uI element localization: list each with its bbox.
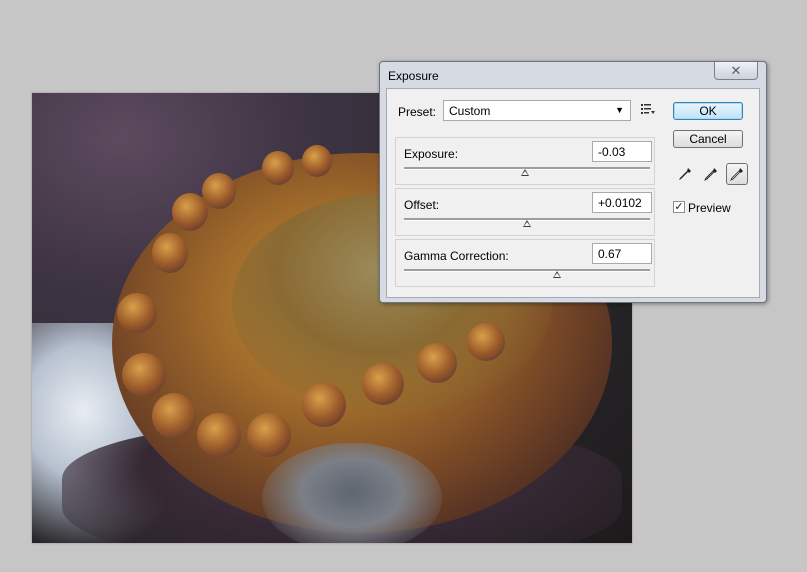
offset-input[interactable]: +0.0102 xyxy=(592,192,652,213)
close-button[interactable]: ✕ xyxy=(714,62,758,80)
gamma-label: Gamma Correction: xyxy=(404,249,509,263)
close-icon: ✕ xyxy=(730,62,742,78)
exposure-label: Exposure: xyxy=(404,147,459,161)
cancel-button[interactable]: Cancel xyxy=(673,130,743,148)
preview-label: Preview xyxy=(688,201,731,215)
gray-point-eyedropper-icon[interactable] xyxy=(700,163,722,185)
exposure-input[interactable]: -0.03 xyxy=(592,141,652,162)
exposure-slider-thumb[interactable] xyxy=(520,169,529,176)
preset-value: Custom xyxy=(449,104,491,118)
preset-dropdown[interactable]: Custom ▼ xyxy=(443,100,631,121)
black-point-eyedropper-icon[interactable] xyxy=(674,163,696,185)
gamma-slider-thumb[interactable] xyxy=(552,271,561,278)
gamma-input[interactable]: 0.67 xyxy=(592,243,652,264)
offset-slider-thumb[interactable] xyxy=(523,220,531,227)
preset-options-menu-icon[interactable] xyxy=(641,103,655,115)
gamma-group: Gamma Correction: 0.67 xyxy=(395,239,655,287)
white-point-eyedropper-icon[interactable] xyxy=(726,163,748,185)
gamma-slider-track[interactable] xyxy=(404,269,650,272)
offset-label: Offset: xyxy=(404,198,440,212)
dialog-content: Preset: Custom ▼ Exposure: -0.03 Offset:… xyxy=(386,88,760,298)
offset-group: Offset: +0.0102 xyxy=(395,188,655,236)
exposure-group: Exposure: -0.03 xyxy=(395,137,655,185)
ok-button[interactable]: OK xyxy=(673,102,743,120)
chevron-down-icon: ▼ xyxy=(615,105,624,115)
dialog-title: Exposure xyxy=(388,69,439,83)
preview-checkbox[interactable]: ✓ xyxy=(673,201,685,213)
preset-label: Preset: xyxy=(398,105,437,119)
exposure-dialog: Exposure ✕ Preset: Custom ▼ Exposure: -0… xyxy=(379,61,767,303)
dialog-titlebar[interactable]: Exposure ✕ xyxy=(380,62,766,86)
